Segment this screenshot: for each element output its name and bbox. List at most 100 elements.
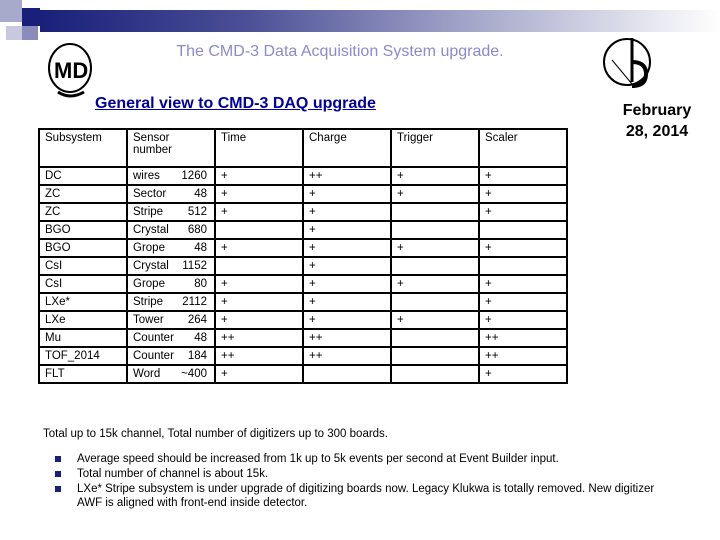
bullet-item: Average speed should be increased from 1… [55,452,655,466]
table-cell [214,256,304,276]
bullet-icon [55,456,61,462]
table-cell: Mu [38,328,128,348]
table-cell: + [478,364,568,384]
column-header: Time [214,128,304,168]
table-row: ZC Sector 48 + + + + [38,184,568,204]
table-cell: Counter 48 [126,328,216,348]
subsystem-table: Subsystem Sensor number Time Charge Trig… [38,128,568,384]
table-cell: + [302,274,392,294]
table-row: TOF_2014 Counter 184 ++ ++ ++ [38,346,568,366]
table-cell: ++ [302,328,392,348]
decor-square [22,8,40,26]
table-cell: Grope 80 [126,274,216,294]
sensor-type: Stripe [133,206,164,218]
decor-square [22,26,38,40]
table-cell: + [214,274,304,294]
table-row: DC wires 1260 + ++ + + [38,166,568,186]
sensor-type: Counter [133,350,174,362]
table-cell: CsI [38,256,128,276]
header-band [40,10,720,32]
table-cell: Stripe 512 [126,202,216,222]
table-row: FLT Word ~400 + + [38,364,568,384]
table-cell: BGO [38,238,128,258]
table-cell: + [390,274,480,294]
sensor-type: Grope [133,242,165,254]
table-cell: ++ [302,166,392,186]
sensor-count: 264 [187,314,207,326]
decor-square [6,26,22,40]
table-cell [214,220,304,240]
table-cell: + [390,310,480,330]
table-cell: + [214,310,304,330]
table-cell [390,220,480,240]
table-cell [390,328,480,348]
table-cell: wires 1260 [126,166,216,186]
table-cell [390,256,480,276]
table-cell: + [478,274,568,294]
sensor-count: 512 [187,206,207,218]
table-cell: + [302,220,392,240]
table-cell: + [302,292,392,312]
column-header: Subsystem [38,128,128,168]
table-cell: Stripe 2112 [126,292,216,312]
table-cell: ++ [214,346,304,366]
sensor-count: 1260 [181,170,207,182]
binp-logo [603,38,651,88]
table-row: LXe Tower 264 + + + + [38,310,568,330]
table-cell: + [302,238,392,258]
table-cell: LXe [38,310,128,330]
column-header: Sensor number [126,128,216,168]
table-cell: ++ [478,346,568,366]
decor-square [0,0,22,22]
table-header-row: Subsystem Sensor number Time Charge Trig… [38,128,568,168]
table-cell: FLT [38,364,128,384]
table-cell: ZC [38,202,128,222]
column-header: Scaler [478,128,568,168]
table-cell: + [214,202,304,222]
table-cell [478,220,568,240]
date: February 28, 2014 [622,102,692,140]
bullet-item: Total number of channel is about 15k. [55,467,655,481]
table-cell [390,292,480,312]
table-row: Mu Counter 48 ++ ++ ++ [38,328,568,348]
table-cell [302,364,392,384]
table-cell: + [390,166,480,186]
bullet-icon [55,486,61,492]
table-cell: Grope 48 [126,238,216,258]
table-cell: LXe* [38,292,128,312]
table-cell: BGO [38,220,128,240]
table-row: ZC Stripe 512 + + + [38,202,568,222]
table-row: BGO Crystal 680 + [38,220,568,240]
table-row: BGO Grope 48 + + + + [38,238,568,258]
bullet-item: LXe* Stripe subsystem is under upgrade o… [55,482,655,510]
table-cell: + [478,292,568,312]
sensor-count: 2112 [182,296,207,308]
table-cell [390,202,480,222]
sensor-count: 184 [187,350,207,362]
section-heading: General view to CMD-3 DAQ upgrade [95,95,376,112]
table-cell: Crystal 680 [126,220,216,240]
table-cell: + [478,310,568,330]
table-cell: ++ [214,328,304,348]
sensor-count: 48 [194,332,207,344]
table-cell: + [478,202,568,222]
table-cell: + [390,184,480,204]
table-cell: ++ [302,346,392,366]
table-cell: + [302,310,392,330]
sensor-type: Word [133,368,161,380]
table-cell: ZC [38,184,128,204]
column-header: Trigger [390,128,480,168]
table-cell: CsI [38,274,128,294]
slide-title: The CMD-3 Data Acquisition System upgrad… [176,43,504,60]
table-row: CsI Grope 80 + + + + [38,274,568,294]
sensor-type: Counter [133,332,174,344]
table-cell: DC [38,166,128,186]
sensor-count: ~400 [181,368,207,380]
table-cell [390,364,480,384]
table-cell: TOF_2014 [38,346,128,366]
table-cell: Counter 184 [126,346,216,366]
bullet-icon [55,471,61,477]
sensor-count: 48 [194,242,207,254]
bullet-text: LXe* Stripe subsystem is under upgrade o… [77,483,655,509]
table-cell: Sector 48 [126,184,216,204]
